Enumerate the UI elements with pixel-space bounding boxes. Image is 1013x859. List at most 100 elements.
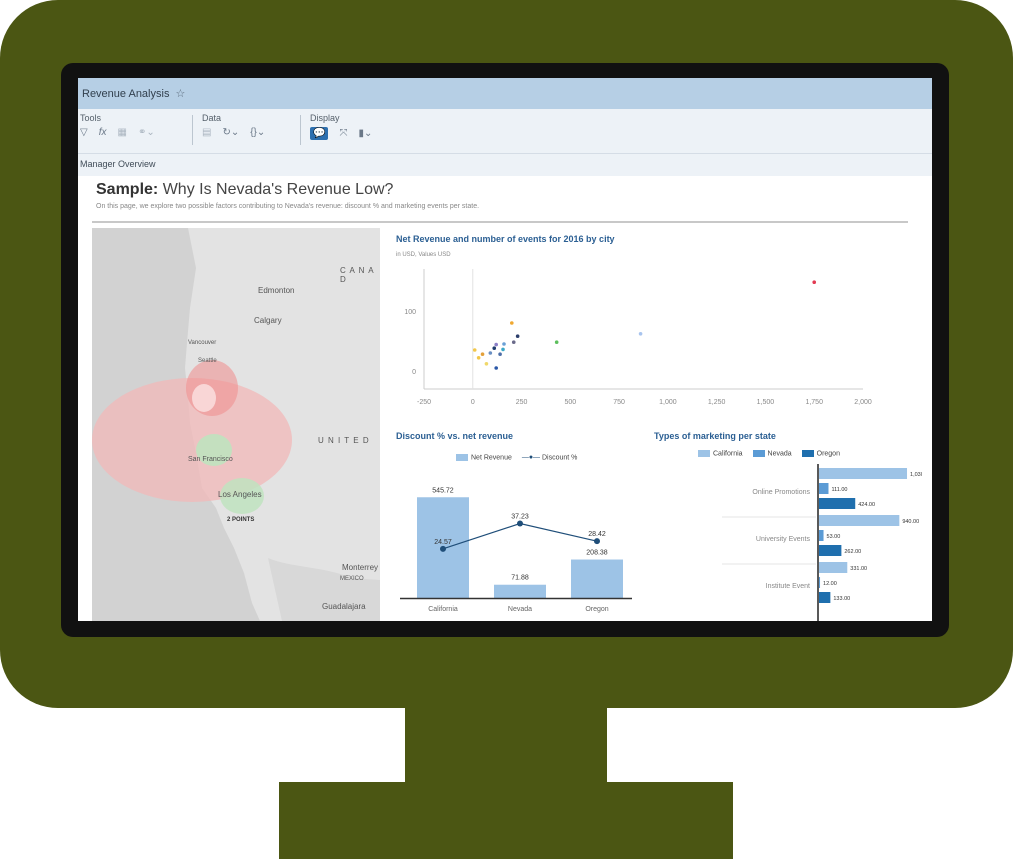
map-label-vancouver: Vancouver xyxy=(188,340,217,346)
bar-value-label: 133.00 xyxy=(833,596,850,602)
monitor-neck xyxy=(405,700,607,782)
bar-value-label: 331.00 xyxy=(850,566,867,572)
refresh-icon[interactable]: ↻⌄ xyxy=(222,127,239,138)
title-rest: Why Is Nevada's Revenue Low? xyxy=(158,181,394,198)
geo-map[interactable]: C A N A D Edmonton Calgary Vancouver Sea… xyxy=(92,228,380,621)
map-label-canada: C A N A D xyxy=(340,266,375,284)
legend-swatch-nevada xyxy=(752,450,765,457)
marketing-bar xyxy=(819,530,824,541)
x-tick-label: 500 xyxy=(564,399,576,406)
discount-chart-title: Discount % vs. net revenue xyxy=(396,431,514,441)
category-label: Nevada xyxy=(508,606,532,613)
page-tab[interactable]: Manager Overview xyxy=(78,154,932,176)
category-label: Oregon xyxy=(585,606,608,613)
y-tick-label: 0 xyxy=(412,369,416,376)
link-icon[interactable]: ⚭⌄ xyxy=(138,127,155,138)
x-tick-label: 1,750 xyxy=(805,399,823,406)
toolbar: Tools ▽ fx ▦ ⚭⌄ Data ▤ ↻⌄ {}⌄ Display 💬 ⤧ ▮⌄ xyxy=(78,109,932,154)
category-label: California xyxy=(428,606,458,613)
discount-combo-chart[interactable]: 545.72 California 71.88 Nevada 208.38 Oregon 2… xyxy=(396,468,636,621)
legend-swatch-oregon xyxy=(801,450,814,457)
bar-value-label: 12.00 xyxy=(823,581,837,587)
map-label-mexico: MEXICO xyxy=(340,576,364,582)
page-title: Sample: Why Is Nevada's Revenue Low? xyxy=(96,181,393,199)
app-title: Revenue Analysis xyxy=(82,88,170,100)
marketing-bar xyxy=(819,562,848,573)
discount-value-label: 37.23 xyxy=(511,514,529,521)
x-tick-label: 0 xyxy=(471,399,475,406)
bar-value-label: 71.88 xyxy=(511,575,529,582)
legend-nevada: Nevada xyxy=(767,450,792,458)
display-group: Display 💬 ⤧ ▮⌄ xyxy=(310,113,383,140)
grid-icon[interactable]: ▦ xyxy=(117,127,126,138)
bar-value-label: 111.00 xyxy=(831,487,847,493)
comment-icon[interactable]: 💬 xyxy=(310,127,329,140)
scatter-subtitle: in USD, Values USD xyxy=(396,252,451,258)
discount-point xyxy=(594,538,600,545)
scatter-chart[interactable]: -250 0 250 500 750 1,000 1,250 1,500 1,750 2,000 0… xyxy=(388,264,898,414)
title-bold: Sample: xyxy=(96,181,159,198)
marketing-bar xyxy=(819,483,829,494)
map-label-calgary: Calgary xyxy=(254,316,282,325)
legend-swatch-net-revenue xyxy=(456,454,468,461)
scatter-point xyxy=(498,352,502,356)
marketing-bar xyxy=(819,545,842,556)
bar-value-label: 53.00 xyxy=(827,534,841,540)
map-canvas xyxy=(92,228,380,621)
marketing-bar xyxy=(819,515,900,526)
marketing-chart-title: Types of marketing per state xyxy=(654,431,776,441)
x-tick-label: 250 xyxy=(516,399,528,406)
category-label: Online Promotions xyxy=(752,489,810,496)
map-label-san-francisco: San Francisco xyxy=(188,456,233,463)
discount-legend: Net Revenue —●— Discount % xyxy=(456,454,577,461)
category-label: University Events xyxy=(756,536,811,543)
scatter-point xyxy=(638,332,643,336)
net-revenue-bar xyxy=(494,584,546,598)
formula-icon[interactable]: fx xyxy=(99,127,107,138)
legend-swatch-california xyxy=(698,450,710,457)
scatter-point xyxy=(480,352,485,356)
bar-value-label: 1,030.00 xyxy=(910,472,922,478)
data-label: Data xyxy=(202,113,222,123)
map-label-edmonton: Edmonton xyxy=(258,286,295,295)
discount-point xyxy=(517,520,523,527)
category-label: Institute Event xyxy=(766,583,810,590)
bookmark-icon[interactable]: ▮⌄ xyxy=(358,128,372,139)
toolbar-separator xyxy=(300,115,301,145)
toolbar-separator xyxy=(192,115,193,145)
data-group: Data ▤ ↻⌄ {}⌄ xyxy=(202,113,276,138)
map-label-united: U N I T E D xyxy=(318,436,370,445)
legend-oregon: Oregon xyxy=(816,450,840,458)
copy-icon[interactable]: ▤ xyxy=(202,127,211,138)
braces-icon[interactable]: {}⌄ xyxy=(250,127,265,138)
scatter-point xyxy=(554,340,559,344)
net-revenue-bar xyxy=(571,559,623,598)
fullscreen-icon[interactable]: ⤧ xyxy=(339,128,347,139)
bubble-core xyxy=(192,384,216,412)
bar-value-label: 545.72 xyxy=(432,487,454,494)
map-label-seattle: Seattle xyxy=(198,358,217,364)
favorite-star-icon[interactable]: ☆ xyxy=(175,88,185,100)
story-canvas: Sample: Why Is Nevada's Revenue Low? On … xyxy=(78,176,932,621)
scatter-point xyxy=(494,342,498,347)
scatter-point xyxy=(510,321,514,325)
x-tick-label: 2,000 xyxy=(854,399,872,406)
x-tick-label: 1,000 xyxy=(659,399,677,406)
bar-value-label: 208.38 xyxy=(586,550,608,557)
marketing-bar xyxy=(819,498,856,509)
filter-icon[interactable]: ▽ xyxy=(80,127,88,138)
page-subtitle: On this page, we explore two possible fa… xyxy=(96,203,480,210)
x-tick-label: -250 xyxy=(417,399,431,406)
scatter-point xyxy=(511,340,516,344)
scatter-point xyxy=(488,351,493,355)
scatter-point xyxy=(484,362,489,366)
shell-bar: Revenue Analysis ☆ xyxy=(78,78,932,109)
scatter-point xyxy=(502,342,506,346)
tools-group: Tools ▽ fx ▦ ⚭⌄ xyxy=(80,113,166,138)
map-label-guadalajara: Guadalajara xyxy=(322,602,366,611)
marketing-bar-chart[interactable]: Online Promotions 1,030.00 111.00 424.00 Uni… xyxy=(652,464,922,621)
scatter-point xyxy=(492,346,497,350)
map-label-monterrey: Monterrey xyxy=(342,563,379,572)
marketing-legend: California Nevada Oregon xyxy=(698,450,840,457)
discount-value-label: 24.57 xyxy=(434,539,452,546)
